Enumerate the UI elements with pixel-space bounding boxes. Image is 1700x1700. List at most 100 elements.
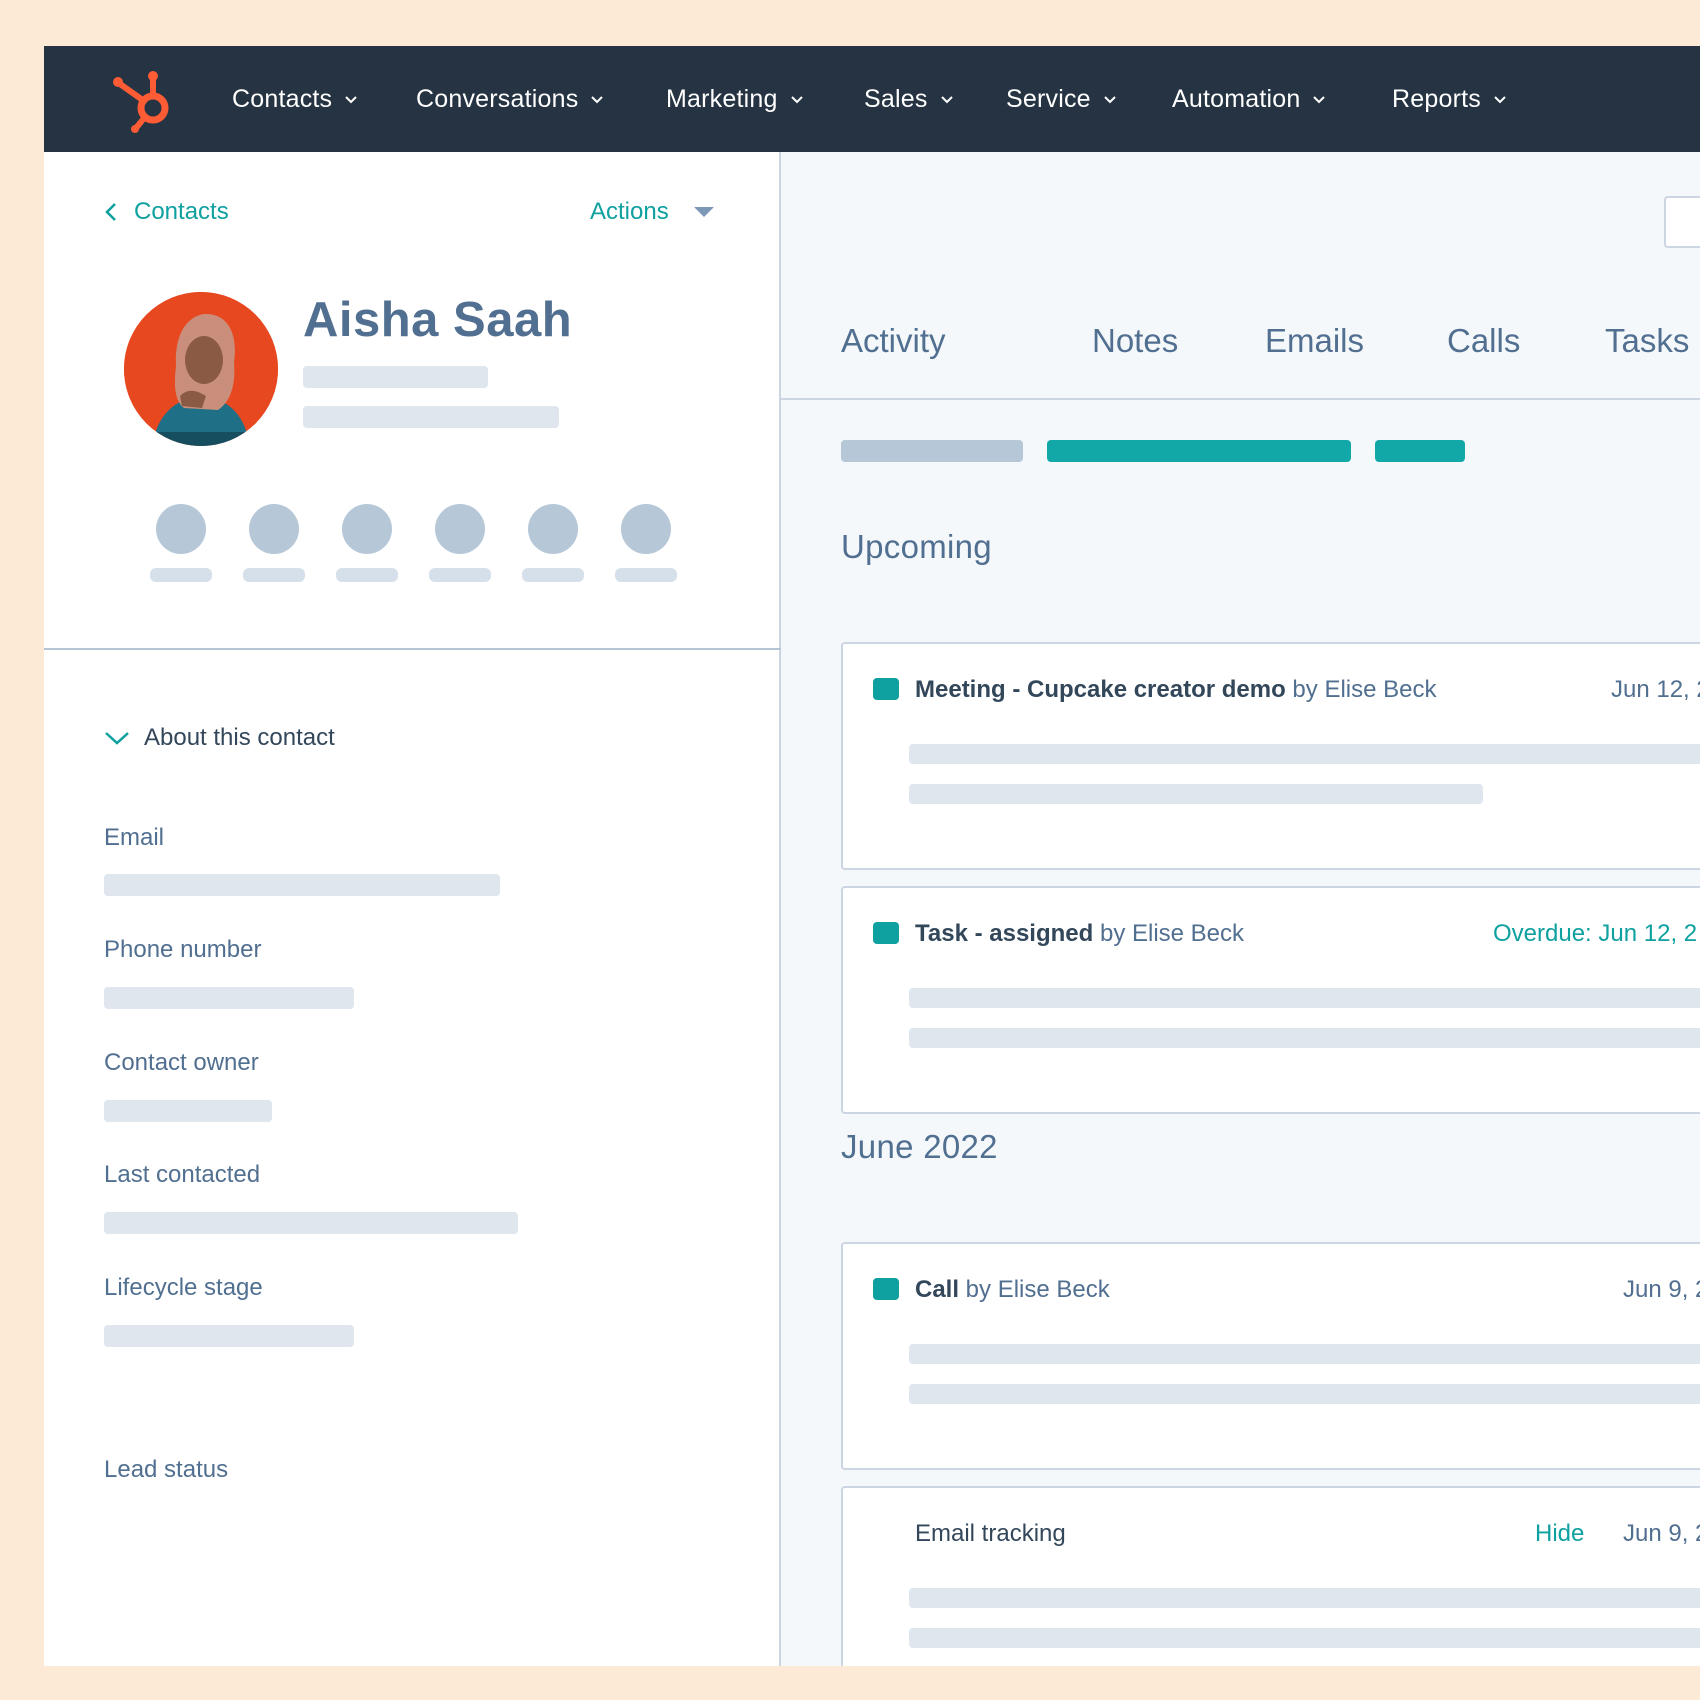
chevron-down-icon	[940, 96, 953, 104]
contact-name: Aisha Saah	[303, 293, 573, 347]
actions-label: Actions	[590, 198, 669, 225]
card-overdue-date: Overdue: Jun 12, 2	[1493, 920, 1698, 947]
chevron-down-icon	[790, 96, 803, 104]
back-link-label: Contacts	[134, 198, 229, 225]
nav-sales[interactable]: Sales	[864, 46, 954, 152]
tabs-divider	[781, 398, 1700, 400]
nav-label: Sales	[864, 84, 928, 113]
chevron-down-icon	[105, 732, 129, 745]
nav-label: Conversations	[416, 84, 579, 113]
last-contacted-value-placeholder[interactable]	[104, 1212, 518, 1234]
quick-action-note[interactable]	[150, 504, 212, 584]
card-title-author: by Elise Beck	[959, 1276, 1110, 1303]
activity-filter-placeholder[interactable]	[841, 440, 1023, 462]
nav-label: Marketing	[666, 84, 778, 113]
field-label-email: Email	[104, 824, 165, 851]
card-title-main: Meeting - Cupcake creator demo	[915, 676, 1286, 703]
quick-action-call[interactable]	[336, 504, 398, 584]
field-label-last-contacted: Last contacted	[104, 1161, 261, 1188]
card-body-placeholder	[909, 1344, 1700, 1364]
upcoming-section-title: Upcoming	[841, 528, 992, 565]
card-date: Jun 9, 2	[1623, 1520, 1700, 1547]
timeline-card-task[interactable]: Task - assigned by Elise Beck Overdue: J…	[841, 886, 1700, 1114]
chevron-down-icon	[1104, 96, 1116, 104]
card-body-placeholder	[909, 988, 1700, 1008]
card-title-main: Email tracking	[915, 1520, 1066, 1547]
chevron-left-icon	[105, 203, 116, 221]
timeline-card-email-tracking[interactable]: Email tracking Hide Jun 9, 2	[841, 1486, 1700, 1666]
card-body-placeholder	[909, 744, 1700, 764]
card-date: Jun 12, 2	[1611, 676, 1700, 703]
nav-label: Reports	[1392, 84, 1481, 113]
card-body-placeholder	[909, 784, 1483, 804]
activity-filter-users[interactable]	[1375, 440, 1465, 462]
activity-panel: Activity Notes Emails Calls Tasks Upcomi…	[781, 152, 1700, 1666]
card-title: Email tracking	[915, 1520, 1066, 1548]
tab-tasks[interactable]: Tasks	[1605, 322, 1689, 360]
nav-contacts[interactable]: Contacts	[232, 46, 358, 152]
tab-activity[interactable]: Activity	[841, 322, 946, 360]
hide-link[interactable]: Hide	[1535, 1520, 1584, 1548]
quick-action-task[interactable]	[429, 504, 491, 584]
panel-action-button[interactable]	[1664, 196, 1700, 248]
tab-calls[interactable]: Calls	[1447, 322, 1520, 360]
card-title-main: Call	[915, 1276, 960, 1303]
about-this-contact-toggle[interactable]: About this contact	[104, 724, 335, 752]
nav-label: Automation	[1172, 84, 1301, 113]
actions-dropdown[interactable]: Actions	[590, 198, 715, 226]
sidebar-divider	[44, 648, 781, 650]
contact-sidebar: Contacts Actions Aisha Saah	[44, 152, 781, 1666]
tab-emails[interactable]: Emails	[1265, 322, 1364, 360]
call-icon	[873, 1278, 899, 1300]
field-label-owner: Contact owner	[104, 1049, 259, 1076]
card-title-author: by Elise Beck	[1093, 920, 1245, 947]
chevron-down-icon	[1313, 96, 1326, 104]
owner-value-placeholder[interactable]	[104, 1100, 272, 1122]
phone-value-placeholder[interactable]	[104, 987, 354, 1009]
chevron-down-icon	[1494, 96, 1506, 104]
hubspot-logo-icon[interactable]	[108, 64, 178, 134]
card-body-placeholder	[909, 1628, 1700, 1648]
field-label-phone: Phone number	[104, 936, 262, 963]
lifecycle-stage-value-placeholder[interactable]	[104, 1325, 354, 1347]
task-icon	[873, 922, 899, 944]
month-section-title: June 2022	[841, 1128, 998, 1165]
card-body-placeholder	[909, 1588, 1700, 1608]
quick-action-email[interactable]	[243, 504, 305, 584]
card-date: Jun 9, 2	[1623, 1276, 1700, 1303]
card-title: Call by Elise Beck	[915, 1276, 1110, 1304]
nav-marketing[interactable]: Marketing	[666, 46, 804, 152]
top-navigation: Contacts Conversations Marketing Sales S…	[44, 46, 1700, 152]
nav-label: Service	[1006, 84, 1091, 113]
contact-subtitle-placeholder	[303, 366, 488, 388]
nav-service[interactable]: Service	[1006, 46, 1117, 152]
card-title: Task - assigned by Elise Beck	[915, 920, 1244, 948]
field-label-lifecycle-stage: Lifecycle stage	[104, 1274, 263, 1301]
timeline-card-call[interactable]: Call by Elise Beck Jun 9, 2	[841, 1242, 1700, 1470]
app-window: Contacts Conversations Marketing Sales S…	[44, 46, 1700, 1666]
contact-company-placeholder	[303, 406, 559, 428]
tab-notes[interactable]: Notes	[1092, 322, 1178, 360]
activity-filter-selected[interactable]	[1047, 440, 1351, 462]
quick-action-more[interactable]	[615, 504, 677, 584]
timeline-card-meeting[interactable]: Meeting - Cupcake creator demo by Elise …	[841, 642, 1700, 870]
chevron-down-icon	[591, 96, 604, 104]
chevron-down-icon	[345, 96, 357, 104]
quick-action-meeting[interactable]	[522, 504, 584, 584]
email-value-placeholder[interactable]	[104, 874, 500, 896]
nav-conversations[interactable]: Conversations	[416, 46, 604, 152]
caret-down-icon	[693, 207, 714, 217]
nav-label: Contacts	[232, 84, 333, 113]
card-title-main: Task - assigned	[915, 920, 1094, 947]
field-label-lead-status: Lead status	[104, 1456, 229, 1483]
nav-automation[interactable]: Automation	[1172, 46, 1326, 152]
card-title-author: by Elise Beck	[1285, 676, 1437, 703]
card-body-placeholder	[909, 1028, 1700, 1048]
card-body-placeholder	[909, 1384, 1700, 1404]
about-label: About this contact	[144, 724, 335, 751]
card-title: Meeting - Cupcake creator demo by Elise …	[915, 676, 1437, 704]
meeting-icon	[873, 678, 899, 700]
avatar	[124, 292, 278, 446]
nav-reports[interactable]: Reports	[1392, 46, 1507, 152]
back-to-contacts-link[interactable]: Contacts	[104, 198, 229, 226]
